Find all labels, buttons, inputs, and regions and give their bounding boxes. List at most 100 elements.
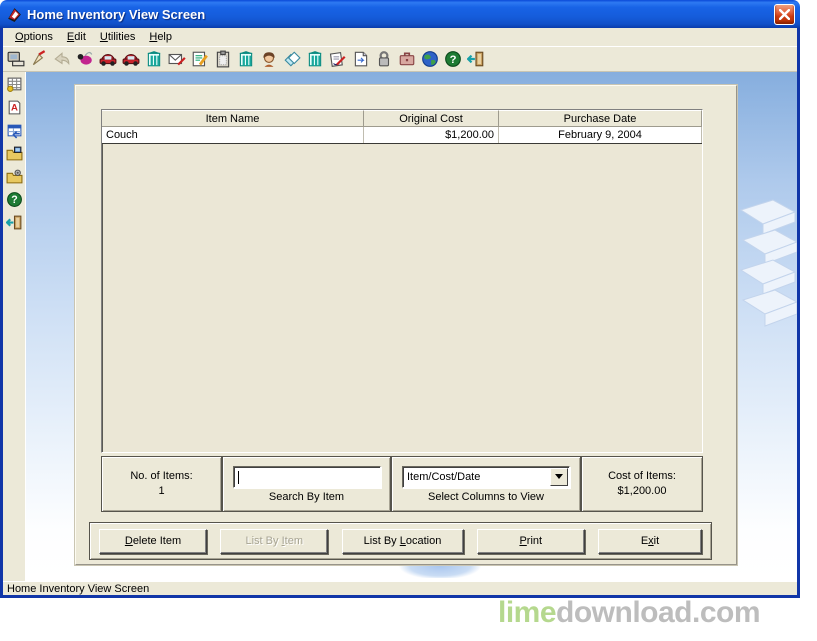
help-icon: ? (445, 51, 461, 67)
cell-item-name: Couch (102, 127, 364, 143)
page-turn-toolbar-button[interactable] (351, 49, 371, 69)
briefcase-toolbar-button[interactable] (397, 49, 417, 69)
print-button[interactable]: Print (476, 528, 585, 554)
building2-toolbar-button[interactable] (236, 49, 256, 69)
column-header-original-cost: Original Cost (364, 110, 499, 126)
items-count-box: No. of Items: 1 (101, 456, 222, 512)
columns-select-dropdown[interactable]: Item/Cost/Date (402, 465, 570, 488)
envelope-pen-icon (168, 53, 186, 66)
menu-help[interactable]: Help (142, 29, 179, 45)
columns-select-box: Item/Cost/Date Select Columns to View (391, 456, 581, 512)
clipboard-toolbar-button[interactable] (213, 49, 233, 69)
table-row[interactable]: Couch $1,200.00 February 9, 2004 (102, 127, 702, 144)
list-by-location-button[interactable]: List By Location (341, 528, 464, 554)
main-panel: Item Name Original Cost Purchase Date Co… (75, 85, 737, 565)
padlock-icon (378, 51, 390, 67)
watermark: limedownload.com (498, 596, 761, 630)
close-button[interactable] (774, 4, 795, 25)
grid-side-button[interactable] (5, 75, 23, 93)
note-edit-toolbar-button[interactable] (190, 49, 210, 69)
undo-toolbar-button[interactable] (52, 49, 72, 69)
app-icon (8, 7, 21, 22)
page-icon (354, 51, 368, 67)
padlock-toolbar-button[interactable] (374, 49, 394, 69)
cost-total-label: Cost of Items: (608, 470, 676, 482)
building-icon (147, 51, 161, 67)
text-caret (237, 470, 239, 484)
button-bar: Delete Item List By Item List By Locatio… (89, 522, 712, 560)
search-by-item-input[interactable] (232, 465, 381, 488)
svg-text:A: A (11, 102, 18, 113)
bug-icon (77, 51, 93, 65)
column-header-item-name: Item Name (102, 110, 364, 126)
envelope-toolbar-button[interactable] (167, 49, 187, 69)
building-icon (308, 51, 322, 67)
car2-toolbar-button[interactable] (121, 49, 141, 69)
building-icon (239, 51, 253, 67)
spreadsheet-grid-icon (6, 77, 21, 92)
clipboard-icon (216, 50, 230, 68)
globe-icon (422, 51, 438, 67)
folder-display-side-button[interactable] (5, 144, 23, 162)
window-body: Options Edit Utilities Help ? A ? Item N… (0, 28, 800, 598)
window-title: Home Inventory View Screen (27, 6, 206, 22)
client-area: A ? Item Name Original Cost Purchase Dat… (3, 72, 797, 581)
help-toolbar-button[interactable]: ? (443, 49, 463, 69)
exit-button[interactable]: Exit (598, 528, 702, 554)
exit-door-icon (467, 51, 484, 67)
svg-text:?: ? (11, 194, 17, 206)
globe-toolbar-button[interactable] (420, 49, 440, 69)
help-icon: ? (6, 191, 22, 207)
watermark-rest: download.com (556, 596, 761, 629)
table-view-side-button[interactable] (5, 121, 23, 139)
sign-document-icon (329, 52, 346, 67)
building3-toolbar-button[interactable] (305, 49, 325, 69)
search-box: Search By Item (222, 456, 391, 512)
menu-bar: Options Edit Utilities Help (3, 28, 797, 47)
car-icon (122, 53, 140, 66)
cell-original-cost: $1,200.00 (364, 127, 499, 143)
dropdown-button[interactable] (550, 467, 568, 486)
chevron-down-icon (555, 474, 563, 479)
bug-toolbar-button[interactable] (75, 49, 95, 69)
font-a-icon: A (8, 100, 20, 114)
car-toolbar-button[interactable] (98, 49, 118, 69)
font-side-button[interactable]: A (5, 98, 23, 116)
folder-display-icon (6, 146, 22, 160)
close-icon (779, 9, 790, 20)
briefcase-icon (399, 52, 415, 66)
print-toolbar-button[interactable] (6, 49, 26, 69)
folder-tools-icon (6, 169, 22, 183)
desktop: Home Inventory View Screen Options Edit … (0, 0, 817, 641)
status-text: Home Inventory View Screen (7, 582, 150, 595)
note-edit-icon (192, 51, 208, 67)
menu-utilities[interactable]: Utilities (93, 29, 142, 45)
menu-edit[interactable]: Edit (60, 29, 93, 45)
toolbar: ? (3, 47, 797, 72)
delete-item-button[interactable]: Delete Item (99, 528, 207, 554)
table-view-icon (7, 124, 21, 139)
svg-text:?: ? (450, 54, 457, 66)
hand-cards-toolbar-button[interactable] (282, 49, 302, 69)
items-count-value: 1 (158, 485, 165, 497)
app-window: Home Inventory View Screen Options Edit … (0, 0, 800, 598)
items-count-label: No. of Items: (130, 470, 193, 482)
person-toolbar-button[interactable] (259, 49, 279, 69)
menu-options[interactable]: Options (8, 29, 60, 45)
exit-door-icon (5, 215, 21, 229)
exit-side-button[interactable] (5, 213, 23, 231)
columns-select-value: Item/Cost/Date (407, 470, 481, 483)
list-by-item-button: List By Item (220, 528, 329, 554)
hand-pen-icon (32, 50, 46, 66)
search-by-item-label: Search By Item (268, 490, 345, 503)
write-toolbar-button[interactable] (29, 49, 49, 69)
watermark-lime: lime (498, 596, 557, 629)
help-side-button[interactable]: ? (5, 190, 23, 208)
folder-tools-side-button[interactable] (5, 167, 23, 185)
side-toolbar: A ? (3, 72, 26, 581)
exit-toolbar-button[interactable] (466, 49, 486, 69)
stacked-papers-graphic (739, 199, 797, 327)
cell-purchase-date: February 9, 2004 (499, 127, 702, 143)
sign-document-toolbar-button[interactable] (328, 49, 348, 69)
building-toolbar-button[interactable] (144, 49, 164, 69)
